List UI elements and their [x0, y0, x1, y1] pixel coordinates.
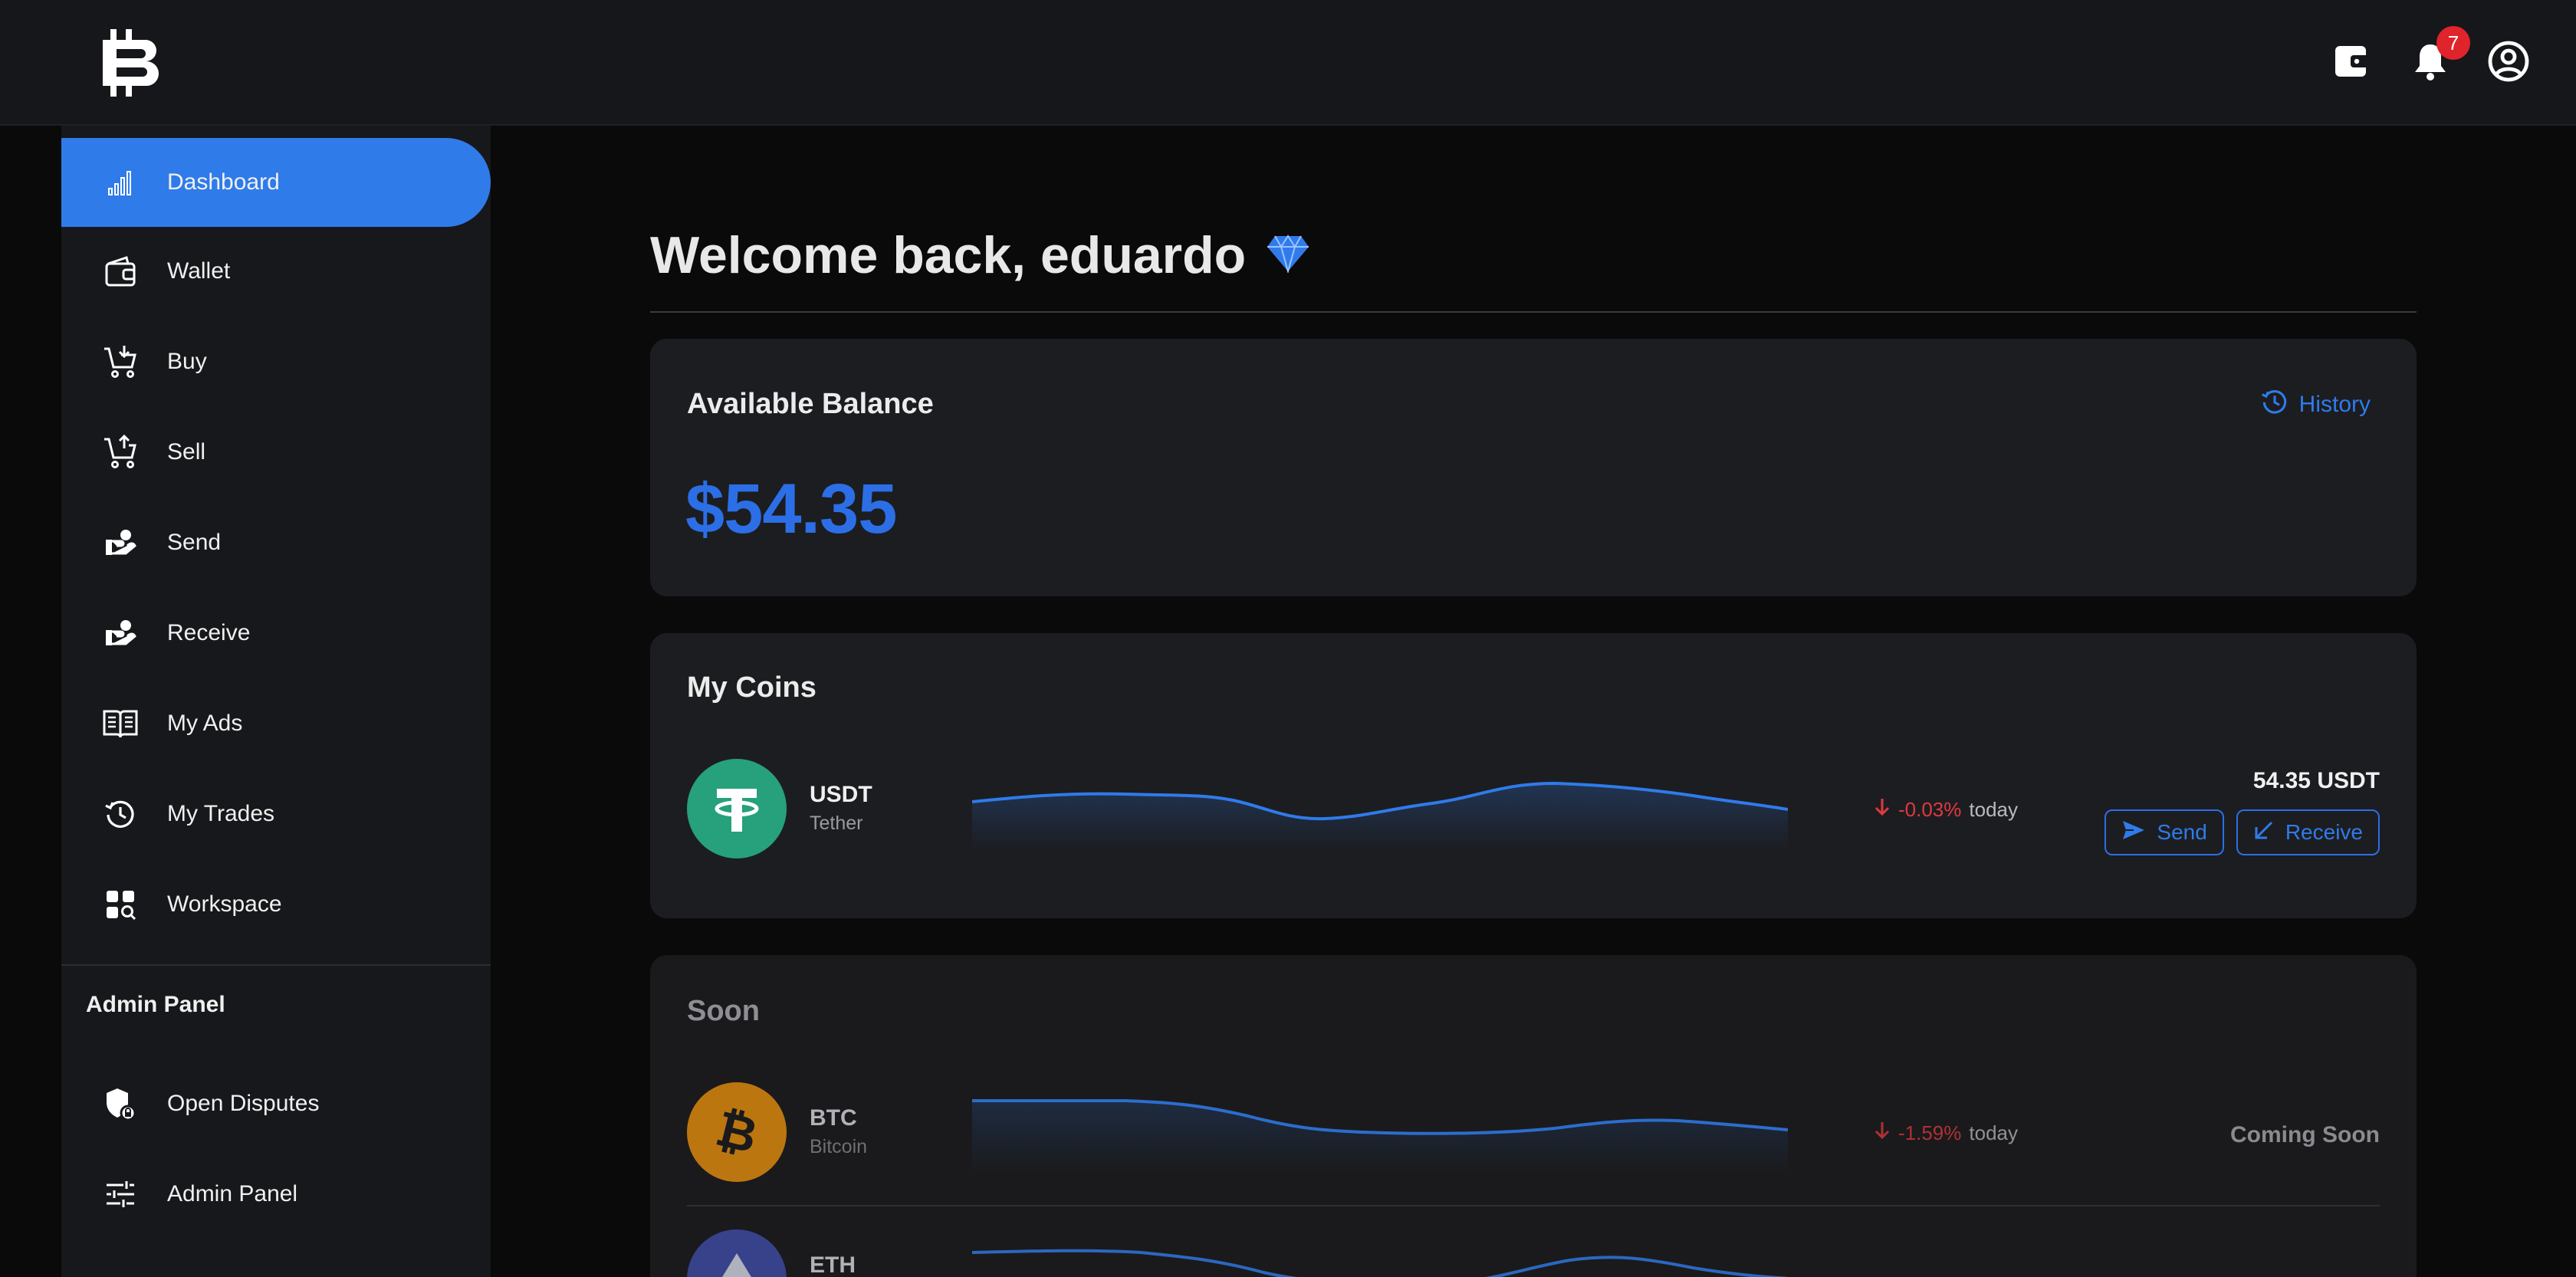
sidebar-divider	[61, 964, 491, 966]
sidebar-item-label: Admin Panel	[167, 1181, 298, 1206]
history-button[interactable]: History	[2261, 388, 2371, 422]
shield-lock-icon	[100, 1083, 141, 1124]
sidebar-item-label: Wallet	[167, 258, 231, 284]
balance-amount: $54.35	[685, 470, 897, 548]
coin-symbol: USDT	[810, 782, 872, 807]
sidebar-item-label: Receive	[167, 620, 251, 645]
bar-chart-icon	[100, 162, 141, 203]
balance-card-title: Available Balance	[687, 388, 934, 420]
change-period: today	[1969, 798, 2018, 821]
coin-name: Bitcoin	[810, 1136, 868, 1157]
sidebar-item-label: Dashboard	[167, 169, 280, 195]
history-label: History	[2298, 392, 2371, 417]
sidebar-item-send[interactable]: Send	[61, 498, 491, 587]
admin-section-title: Admin Panel	[86, 992, 225, 1017]
sidebar-item-label: Sell	[167, 439, 206, 465]
arrow-down-icon	[1874, 1121, 1891, 1146]
sidebar-item-label: My Ads	[167, 711, 243, 736]
ethereum-icon	[687, 1229, 787, 1277]
wallet-icon	[100, 251, 141, 292]
coin-amount: 54.35 USDT	[2252, 768, 2380, 793]
bell-icon[interactable]: 7	[2409, 26, 2470, 86]
coming-soon-label: Coming Soon	[2230, 1122, 2380, 1147]
send-icon	[2121, 819, 2146, 846]
sidebar-item-label: Buy	[167, 349, 207, 374]
change-period: today	[1969, 1121, 2018, 1144]
sidebar-item-wallet[interactable]: Wallet	[61, 227, 491, 316]
coin-symbol: BTC	[810, 1105, 857, 1131]
book-open-icon	[100, 703, 141, 744]
history-icon	[100, 793, 141, 835]
change-percent: -1.59%	[1898, 1121, 1962, 1144]
usdt-sparkline	[972, 781, 1788, 851]
coin-name: Tether	[810, 812, 863, 834]
wallet-icon[interactable]	[2331, 37, 2374, 86]
sidebar-item-sell[interactable]: Sell	[61, 408, 491, 497]
sliders-icon	[100, 1174, 141, 1215]
send-button[interactable]: Send	[2104, 809, 2224, 855]
change-percent: -0.03%	[1898, 798, 1962, 821]
cart-upload-icon	[100, 432, 141, 473]
bitcoin-icon: ₿	[687, 1082, 787, 1182]
send-label: Send	[2157, 820, 2207, 844]
sidebar-item-label: My Trades	[167, 801, 275, 826]
coin-row-eth[interactable]: ETH	[687, 1229, 2380, 1277]
sidebar-item-label: Send	[167, 530, 222, 555]
sidebar-item-admin-panel[interactable]: Admin Panel	[61, 1150, 491, 1239]
btc-sparkline	[972, 1099, 1788, 1174]
hand-coin-icon	[100, 612, 141, 654]
coin-row-btc[interactable]: ₿ BTC Bitcoin -1.59% today Coming Soon	[687, 1082, 2380, 1190]
sidebar-item-label: Workspace	[167, 891, 282, 917]
title-divider	[650, 311, 2417, 313]
sidebar-item-dashboard[interactable]: Dashboard	[61, 138, 491, 227]
my-coins-title: My Coins	[687, 671, 816, 704]
coin-row-usdt[interactable]: USDT Tether -0.03% today 54.35 USDT Send…	[687, 759, 2380, 866]
welcome-text: Welcome back, eduardo	[650, 226, 1247, 284]
balance-card: Available Balance History $54.35	[650, 339, 2417, 596]
svg-text:₿: ₿	[711, 1101, 764, 1163]
receive-icon	[2253, 819, 2275, 846]
coin-symbol: ETH	[810, 1252, 856, 1277]
arrow-down-icon	[1874, 797, 1891, 822]
sidebar-item-receive[interactable]: Receive	[61, 589, 491, 678]
soon-card: Soon ₿ BTC Bitcoin -1.59% today Coming S…	[650, 955, 2417, 1277]
soon-title: Soon	[687, 995, 760, 1027]
sidebar: Dashboard Wallet Buy Sell Send Receive M…	[61, 126, 491, 1277]
sidebar-item-label: Open Disputes	[167, 1091, 320, 1116]
price-change: -1.59% today	[1874, 1121, 2018, 1146]
page-title: Welcome back, eduardo	[650, 225, 1310, 285]
account-icon[interactable]	[2487, 37, 2530, 86]
history-icon	[2261, 388, 2288, 422]
sidebar-item-buy[interactable]: Buy	[61, 317, 491, 406]
grid-search-icon	[100, 884, 141, 925]
receive-label: Receive	[2285, 820, 2363, 844]
diamond-icon	[1246, 225, 1310, 285]
row-divider	[687, 1205, 2380, 1206]
sidebar-item-my-trades[interactable]: My Trades	[61, 770, 491, 858]
eth-sparkline	[972, 1249, 1788, 1277]
tether-icon	[687, 759, 787, 858]
receive-button[interactable]: Receive	[2236, 809, 2380, 855]
top-bar: 7	[0, 0, 2576, 126]
sidebar-item-my-ads[interactable]: My Ads	[61, 679, 491, 768]
app-logo[interactable]	[100, 25, 166, 101]
notification-badge: 7	[2436, 26, 2470, 60]
cart-download-icon	[100, 341, 141, 382]
price-change: -0.03% today	[1874, 797, 2018, 822]
hand-coin-icon	[100, 522, 141, 563]
sidebar-item-open-disputes[interactable]: Open Disputes	[61, 1059, 491, 1148]
sidebar-item-workspace[interactable]: Workspace	[61, 860, 491, 949]
my-coins-card: My Coins USDT Tether -0.03% today 54.35 …	[650, 633, 2417, 918]
